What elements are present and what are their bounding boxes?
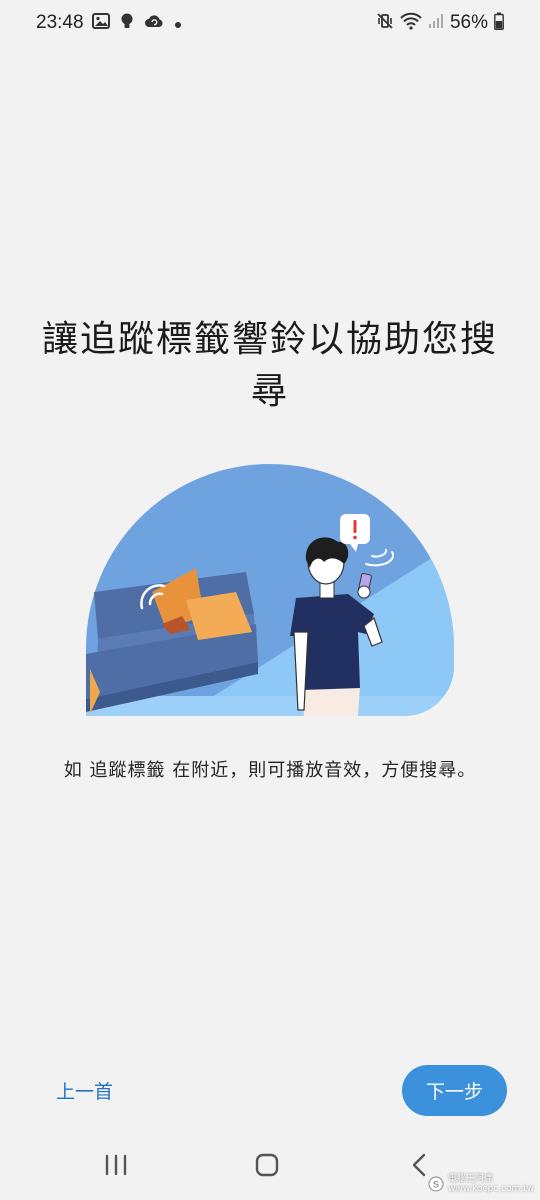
- home-icon[interactable]: [247, 1150, 287, 1180]
- watermark: S 電腦王阿達 www.kocpc.com.tw: [428, 1174, 534, 1194]
- previous-button[interactable]: 上一首: [38, 1070, 134, 1110]
- battery-icon: [494, 12, 504, 34]
- status-left-icons: [92, 12, 182, 34]
- watermark-line1: 電腦王阿達: [448, 1174, 494, 1184]
- status-time: 23:48: [36, 12, 84, 33]
- signal-icon: [428, 13, 444, 33]
- dot-icon: [174, 14, 182, 33]
- nav-bar: S 電腦王阿達 www.kocpc.com.tw: [0, 1136, 540, 1200]
- wifi-icon: [400, 12, 422, 34]
- bulb-icon: [120, 12, 134, 34]
- gallery-icon: [92, 13, 110, 33]
- svg-text:S: S: [433, 1180, 439, 1190]
- cloud-sync-icon: [144, 13, 164, 33]
- screen: 23:48 56% 讓追蹤標籤響鈴以協助您搜尋 如 追蹤標籤 在附近，則可播放音…: [0, 0, 540, 1200]
- battery-percent: 56%: [449, 12, 488, 33]
- recent-apps-icon[interactable]: [96, 1150, 136, 1180]
- page-title: 讓追蹤標籤響鈴以協助您搜尋: [41, 319, 498, 412]
- watermark-line2: www.kocpc.com.tw: [448, 1184, 534, 1194]
- mute-vibrate-icon: [376, 12, 394, 34]
- tag-ring-illustration: [86, 464, 454, 716]
- watermark-logo-icon: S: [428, 1176, 444, 1192]
- page-description: 如 追蹤標籤 在附近，則可播放音效，方便搜尋。: [63, 760, 477, 781]
- status-bar: 23:48 56%: [0, 0, 540, 48]
- status-right: 56%: [376, 12, 504, 34]
- next-button[interactable]: 下一步: [402, 1065, 507, 1116]
